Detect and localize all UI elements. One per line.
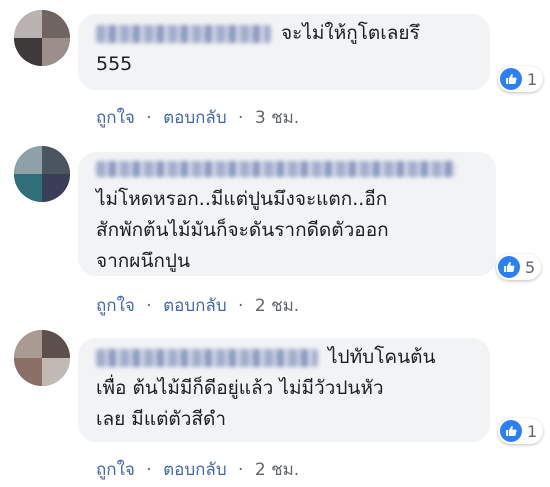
comment-bubble: ไปทับโคนต้น เพื่อ ต้นไม้มีก็ดีอยู่แล้ว ไ… (78, 338, 490, 442)
like-link[interactable]: ถูกใจ (96, 460, 135, 480)
like-icon (500, 420, 522, 442)
comment-actions: ถูกใจ · ตอบกลับ · 2 ชม. (96, 292, 305, 319)
reaction-number: 1 (527, 421, 538, 441)
comment-actions: ถูกใจ · ตอบกลับ · 2 ชม. (96, 456, 305, 483)
comment-text-line: 555 (96, 53, 133, 75)
like-icon (500, 68, 522, 90)
separator: · (146, 108, 152, 128)
timestamp[interactable]: 3 ชม. (255, 108, 299, 128)
separator: · (146, 460, 152, 480)
avatar[interactable] (14, 330, 70, 386)
author-name-blurred[interactable] (96, 348, 318, 367)
comment-text-line: สักพักต้นไม้มันก็จะดันรากดีดตัวออก (96, 219, 389, 241)
like-link[interactable]: ถูกใจ (96, 296, 135, 316)
reaction-count[interactable]: 5 (496, 254, 542, 280)
timestamp[interactable]: 2 ชม. (255, 460, 299, 480)
reaction-count[interactable]: 1 (498, 418, 544, 444)
author-name-blurred[interactable] (96, 24, 271, 43)
comment-actions: ถูกใจ · ตอบกลับ · 3 ชม. (96, 104, 305, 131)
like-link[interactable]: ถูกใจ (96, 108, 135, 128)
avatar[interactable] (14, 146, 70, 202)
reaction-number: 5 (525, 257, 536, 277)
reply-link[interactable]: ตอบกลับ (163, 296, 227, 316)
avatar[interactable] (14, 10, 70, 66)
comment-bubble: จะไม่ให้กูโตเลยรึ 555 (78, 14, 490, 90)
author-name-row (96, 158, 480, 184)
comment-text-line: จากผนึกปูน (96, 250, 190, 272)
like-icon (498, 256, 520, 278)
comment-bubble: ไม่โหดหรอก..มีแต่ปูนมึงจะแตก..อีก สักพัก… (78, 152, 496, 276)
comment-text-line: ไม่โหดหรอก..มีแต่ปูนมึงจะแตก..อีก (96, 188, 388, 210)
comment-text-line: จะไม่ให้กูโตเลยรึ (96, 18, 474, 49)
comment-text-line: ไปทับโคนต้น (96, 342, 474, 373)
reply-link[interactable]: ตอบกลับ (163, 460, 227, 480)
separator: · (238, 460, 244, 480)
reaction-number: 1 (527, 69, 538, 89)
author-name-blurred[interactable] (96, 160, 456, 177)
separator: · (238, 296, 244, 316)
timestamp[interactable]: 2 ชม. (255, 296, 299, 316)
reply-link[interactable]: ตอบกลับ (163, 108, 227, 128)
comment-text-line: เพื่อ ต้นไม้มีก็ดีอยู่แล้ว ไม่มีวัวปนหัว (96, 377, 384, 399)
separator: · (238, 108, 244, 128)
separator: · (146, 296, 152, 316)
reaction-count[interactable]: 1 (498, 66, 544, 92)
comment-text-line: เลย มีแต่ตัวสีดำ (96, 408, 227, 430)
